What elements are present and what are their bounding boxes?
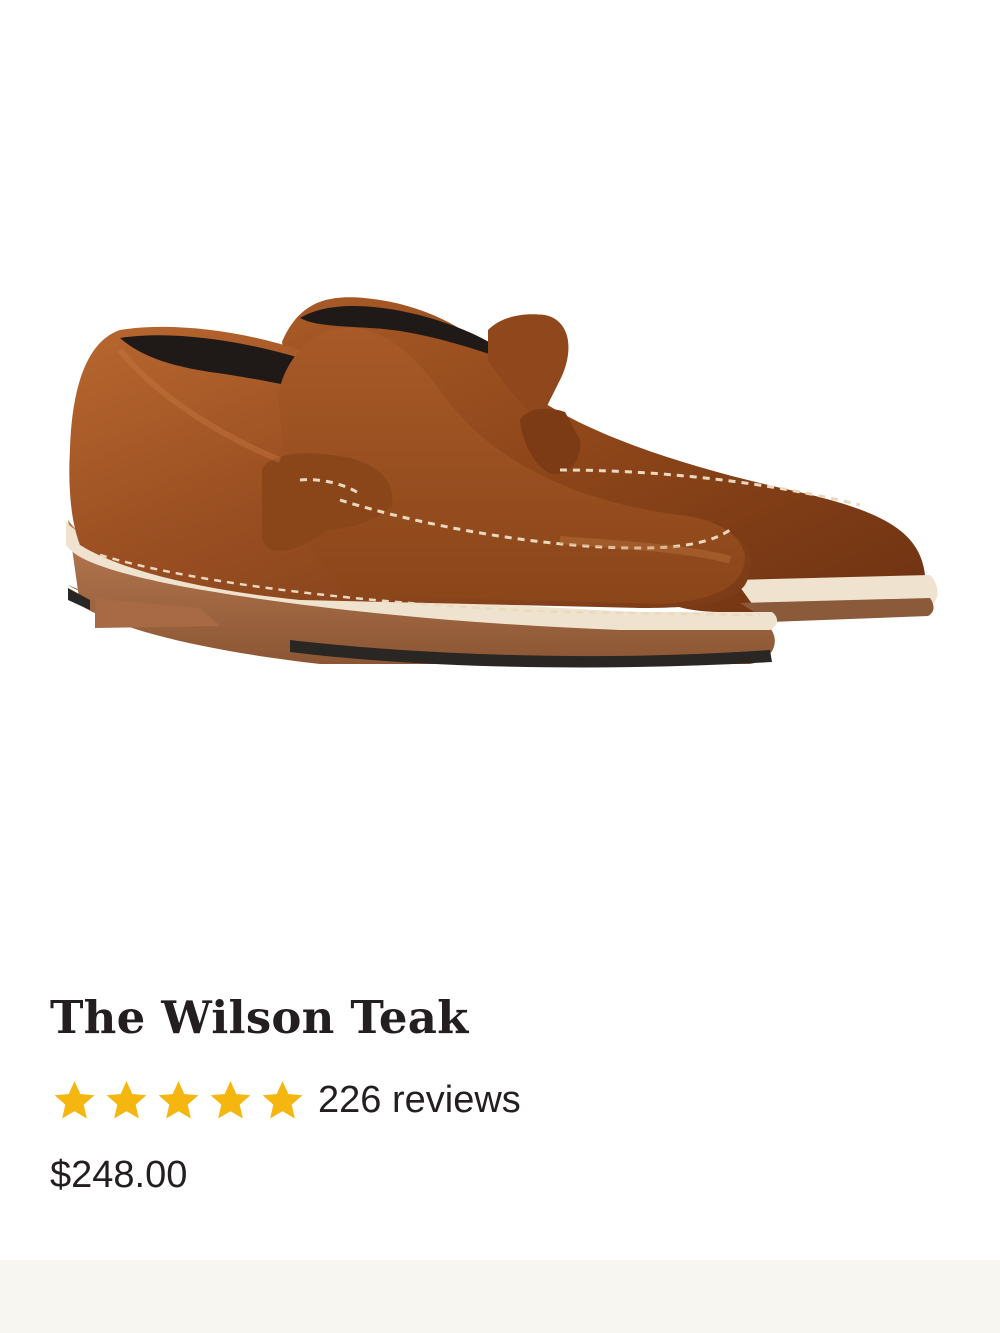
star-icon <box>262 1080 303 1118</box>
product-image[interactable] <box>0 0 1000 960</box>
star-icon <box>106 1080 147 1118</box>
star-rating <box>52 1078 312 1123</box>
star-icon <box>210 1080 251 1118</box>
review-count[interactable]: 226 reviews <box>318 1079 521 1122</box>
footer-band <box>0 1260 1000 1333</box>
product-card[interactable]: The Wilson Teak 226 reviews $248.00 <box>0 0 1000 1260</box>
rating-row[interactable]: 226 reviews <box>52 1074 521 1126</box>
product-title[interactable]: The Wilson Teak <box>50 988 468 1048</box>
star-icon <box>54 1080 95 1118</box>
star-icon <box>158 1080 199 1118</box>
product-price: $248.00 <box>50 1154 188 1196</box>
